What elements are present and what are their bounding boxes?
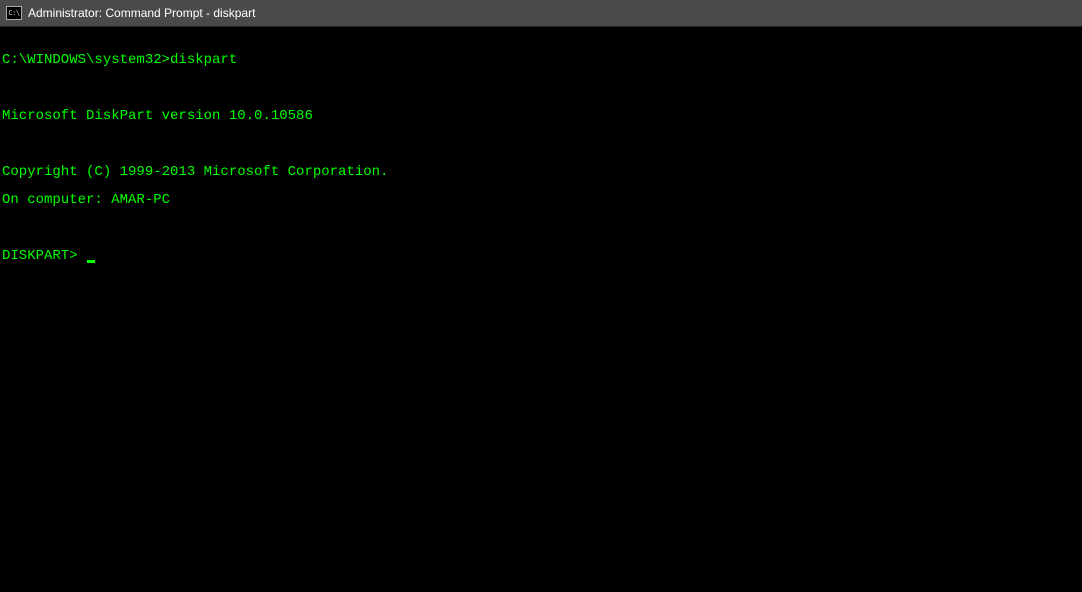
diskpart-prompt: DISKPART>	[2, 248, 86, 264]
entered-command: diskpart	[170, 52, 237, 68]
command-line: C:\WINDOWS\system32>diskpart	[2, 53, 1080, 67]
blank-line	[2, 221, 1080, 235]
blank-line	[2, 137, 1080, 151]
cmd-icon: C:\	[6, 6, 22, 20]
prompt-path: C:\WINDOWS\system32>	[2, 52, 170, 68]
window-title: Administrator: Command Prompt - diskpart	[28, 6, 255, 20]
blank-line	[2, 81, 1080, 95]
cmd-icon-text: C:\	[8, 9, 19, 17]
computer-output: On computer: AMAR-PC	[2, 193, 1080, 207]
terminal-area[interactable]: C:\WINDOWS\system32>diskpart Microsoft D…	[0, 27, 1082, 279]
version-output: Microsoft DiskPart version 10.0.10586	[2, 109, 1080, 123]
window-titlebar[interactable]: C:\ Administrator: Command Prompt - disk…	[0, 0, 1082, 26]
diskpart-prompt-line: DISKPART>	[2, 249, 1080, 263]
cursor	[87, 260, 95, 263]
copyright-output: Copyright (C) 1999-2013 Microsoft Corpor…	[2, 165, 1080, 179]
